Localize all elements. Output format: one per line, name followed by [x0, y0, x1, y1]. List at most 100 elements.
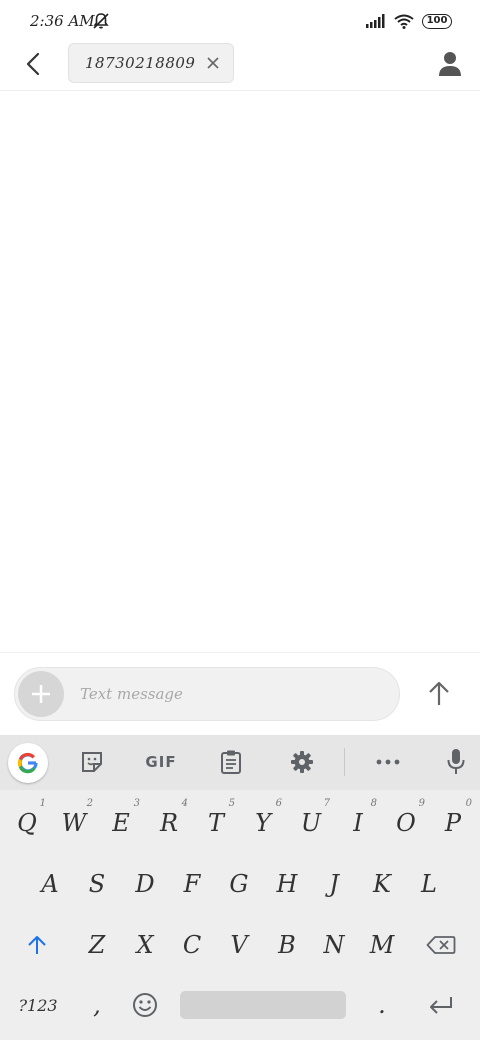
gif-button[interactable]: GIF [136, 745, 186, 779]
key-y[interactable]: Y6 [240, 798, 286, 848]
send-arrow-icon[interactable] [424, 679, 454, 709]
person-icon[interactable] [436, 49, 464, 77]
key-p[interactable]: P0 [430, 798, 476, 848]
mic-icon[interactable] [436, 745, 476, 779]
gear-glyph [291, 751, 313, 773]
key-label: M [369, 931, 395, 959]
keyboard: G I F Q 1 W 2 E 3 R 4 T 5 Y 6 U 7 I 8 O 9 … [0, 735, 480, 1040]
key-z[interactable]: Z [74, 920, 120, 970]
key-label: T [207, 809, 224, 837]
key-r[interactable]: R4 [146, 798, 192, 848]
period-key[interactable]: . [359, 980, 405, 1030]
close-icon[interactable] [205, 55, 221, 71]
status-time: 2:36 AM [30, 12, 95, 30]
more-icon[interactable] [368, 745, 408, 779]
key-l[interactable]: L [406, 859, 452, 909]
clipboard-glyph [221, 750, 241, 774]
mute-icon [93, 13, 109, 29]
key-label: . [378, 991, 386, 1019]
key-t[interactable]: T5 [193, 798, 239, 848]
key-e[interactable]: E3 [98, 798, 144, 848]
key-q[interactable]: Q1 [4, 798, 50, 848]
recipient-number: 18730218809 [85, 54, 196, 72]
emoji-icon [133, 993, 157, 1017]
key-hint: 2 [86, 798, 93, 809]
key-label: I [353, 809, 363, 837]
key-label: O [396, 809, 416, 837]
clipboard-icon[interactable] [211, 745, 251, 779]
sticker-glyph [82, 752, 102, 772]
key-w[interactable]: W2 [51, 798, 97, 848]
key-label: A [41, 870, 59, 898]
key-u[interactable]: U7 [288, 798, 334, 848]
battery-icon: 100 [422, 13, 452, 29]
toolbar-divider [344, 748, 345, 776]
key-o[interactable]: O9 [383, 798, 429, 848]
key-hint: 8 [370, 798, 377, 809]
key-hint: 0 [465, 798, 472, 809]
google-icon[interactable] [8, 743, 48, 783]
key-j[interactable]: J [311, 859, 357, 909]
recipient-chip[interactable]: 18730218809 [68, 43, 234, 83]
plus-icon [32, 685, 50, 703]
space-bar[interactable] [180, 991, 346, 1019]
key-label: ?123 [18, 995, 58, 1015]
key-label: P [444, 809, 462, 837]
gear-icon[interactable] [282, 745, 322, 779]
key-f[interactable]: F [169, 859, 215, 909]
status-icons: 100 [366, 12, 452, 30]
key-label: L [421, 870, 437, 898]
sticker-icon[interactable] [72, 745, 112, 779]
gif-label: GIF [145, 753, 177, 771]
key-b[interactable]: B [264, 920, 310, 970]
shift-arrow-icon [28, 936, 46, 954]
key-d[interactable]: D [122, 859, 168, 909]
key-label: Y [255, 809, 271, 837]
key-label: S [88, 870, 106, 898]
key-hint: 3 [133, 798, 140, 809]
key-label: , [93, 991, 101, 1019]
key-label: W [61, 809, 87, 837]
key-x[interactable]: X [122, 920, 168, 970]
key-i[interactable]: I8 [335, 798, 381, 848]
key-hint: 6 [275, 798, 282, 809]
google-g-glyph [17, 752, 38, 774]
key-label: Q [17, 809, 37, 837]
key-k[interactable]: K [359, 859, 405, 909]
mic-glyph [447, 749, 465, 774]
key-label: J [329, 870, 339, 898]
key-m[interactable]: M [359, 920, 405, 970]
emoji-key[interactable] [122, 980, 168, 1030]
key-n[interactable]: N [311, 920, 357, 970]
message-input[interactable]: Text message [14, 667, 400, 721]
comma-key[interactable]: , [74, 980, 120, 1030]
key-h[interactable]: H [264, 859, 310, 909]
key-c[interactable]: C [169, 920, 215, 970]
key-label: E [112, 809, 130, 837]
shift-key[interactable] [14, 920, 60, 970]
key-label: F [183, 870, 201, 898]
key-label: U [300, 809, 322, 837]
back-arrow-icon[interactable] [18, 48, 50, 80]
more-glyph [376, 759, 400, 765]
wifi-icon [394, 14, 414, 29]
keyboard-toolbar: GIF [0, 735, 480, 790]
enter-key[interactable] [418, 980, 464, 1030]
key-s[interactable]: S [74, 859, 120, 909]
app-bar: 18730218809 [0, 42, 480, 91]
key-label: Z [88, 931, 106, 959]
key-label: K [373, 870, 391, 898]
key-label: D [135, 870, 155, 898]
key-label: C [182, 931, 202, 959]
enter-icon [430, 997, 452, 1014]
add-attachment-button[interactable] [18, 671, 64, 717]
key-label: X [136, 931, 154, 959]
key-a[interactable]: A [27, 859, 73, 909]
symbols-key[interactable]: ?123 [12, 980, 64, 1030]
key-v[interactable]: V [216, 920, 262, 970]
message-list[interactable] [0, 92, 480, 652]
backspace-key[interactable] [418, 920, 464, 970]
key-g[interactable]: G [216, 859, 262, 909]
key-label: H [276, 870, 298, 898]
compose-bar: Text message [0, 652, 480, 735]
